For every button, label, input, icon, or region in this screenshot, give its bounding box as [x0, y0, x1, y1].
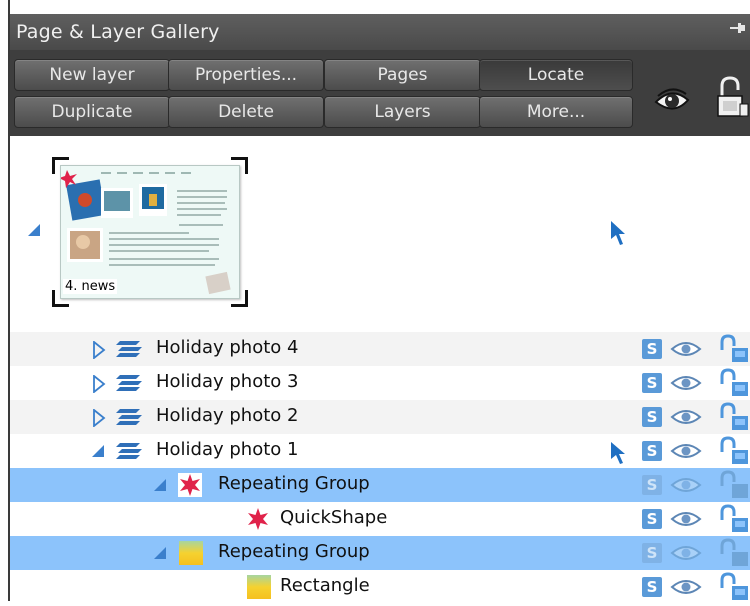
page-layer-gallery-panel: Page & Layer Gallery New layer Propertie…: [0, 0, 750, 601]
panel-title: Page & Layer Gallery: [16, 21, 220, 43]
rectangle-group-icon: [178, 540, 204, 566]
pin-icon[interactable]: [728, 20, 746, 41]
layer-row[interactable]: Holiday photo 4 S: [10, 332, 750, 366]
page-active-pointer-icon: [610, 220, 626, 250]
properties-button[interactable]: Properties...: [168, 59, 324, 91]
object-name: Rectangle: [280, 575, 370, 596]
lock-icon[interactable]: [714, 368, 750, 398]
layer-name: Holiday photo 2: [156, 405, 299, 426]
solo-icon[interactable]: S: [642, 475, 662, 495]
page-expand-arrow-icon[interactable]: [26, 222, 42, 242]
lock-icon[interactable]: [714, 334, 750, 364]
visibility-eye-icon[interactable]: [670, 509, 702, 529]
lock-icon[interactable]: [714, 572, 750, 602]
lock-icon[interactable]: [714, 402, 750, 432]
layers-icon: [116, 405, 142, 429]
visibility-eye-icon[interactable]: [670, 407, 702, 427]
layer-name: Holiday photo 4: [156, 337, 299, 358]
expand-arrow-icon[interactable]: [92, 340, 106, 363]
visibility-eye-icon[interactable]: [670, 373, 702, 393]
rectangle-icon: [246, 574, 272, 600]
layer-row[interactable]: Holiday photo 1 S: [10, 434, 750, 468]
collapse-arrow-icon[interactable]: [152, 545, 168, 565]
layer-row[interactable]: Holiday photo 3 S: [10, 366, 750, 400]
visibility-eye-icon[interactable]: [670, 475, 702, 495]
collapse-arrow-icon[interactable]: [152, 477, 168, 497]
lock-icon[interactable]: [714, 436, 750, 466]
visibility-eye-icon[interactable]: [670, 441, 702, 461]
lock-icon[interactable]: [714, 504, 750, 534]
visibility-eye-icon[interactable]: [670, 339, 702, 359]
object-name: QuickShape: [280, 507, 388, 528]
locate-button[interactable]: Locate: [479, 59, 633, 91]
page-thumbnail[interactable]: 4. news: [52, 157, 248, 307]
solo-icon[interactable]: S: [642, 373, 662, 393]
object-row-selected[interactable]: Repeating Group S: [10, 536, 750, 570]
layer-row[interactable]: Holiday photo 2 S: [10, 400, 750, 434]
object-row-selected[interactable]: Repeating Group S: [10, 468, 750, 502]
solo-icon[interactable]: S: [642, 543, 662, 563]
layers-icon: [116, 371, 142, 395]
expand-arrow-icon[interactable]: [92, 374, 106, 397]
solo-icon[interactable]: S: [642, 407, 662, 427]
collapse-arrow-icon[interactable]: [90, 443, 106, 463]
title-bar: Page & Layer Gallery: [10, 14, 750, 51]
solo-icon[interactable]: S: [642, 441, 662, 461]
layers-button[interactable]: Layers: [324, 96, 481, 128]
object-row[interactable]: QuickShape S: [10, 502, 750, 536]
show-all-eye-icon[interactable]: [654, 82, 690, 118]
delete-button[interactable]: Delete: [168, 96, 324, 128]
object-row[interactable]: Rectangle S: [10, 570, 750, 604]
toolbar: New layer Properties... Pages Locate Dup…: [10, 50, 750, 136]
duplicate-button[interactable]: Duplicate: [14, 96, 170, 128]
active-layer-pointer-icon: [610, 441, 626, 469]
solo-icon[interactable]: S: [642, 577, 662, 597]
layers-icon: [116, 439, 142, 463]
object-name: Repeating Group: [218, 541, 370, 562]
lock-icon[interactable]: [714, 470, 750, 500]
layers-icon: [116, 337, 142, 361]
expand-arrow-icon[interactable]: [92, 408, 106, 431]
solo-icon[interactable]: S: [642, 509, 662, 529]
more-button[interactable]: More...: [479, 96, 633, 128]
star-group-icon: [178, 473, 202, 497]
lock-all-icon[interactable]: [714, 76, 750, 120]
page-preview: 4. news: [60, 165, 240, 299]
pages-button[interactable]: Pages: [324, 59, 481, 91]
layer-name: Holiday photo 3: [156, 371, 299, 392]
layer-name: Holiday photo 1: [156, 439, 299, 460]
solo-icon[interactable]: S: [642, 339, 662, 359]
object-name: Repeating Group: [218, 473, 370, 494]
star-shape-icon: [246, 507, 272, 531]
lock-icon[interactable]: [714, 538, 750, 568]
new-layer-button[interactable]: New layer: [14, 59, 170, 91]
page-name: 4. news: [63, 279, 118, 294]
visibility-eye-icon[interactable]: [670, 577, 702, 597]
visibility-eye-icon[interactable]: [670, 543, 702, 563]
